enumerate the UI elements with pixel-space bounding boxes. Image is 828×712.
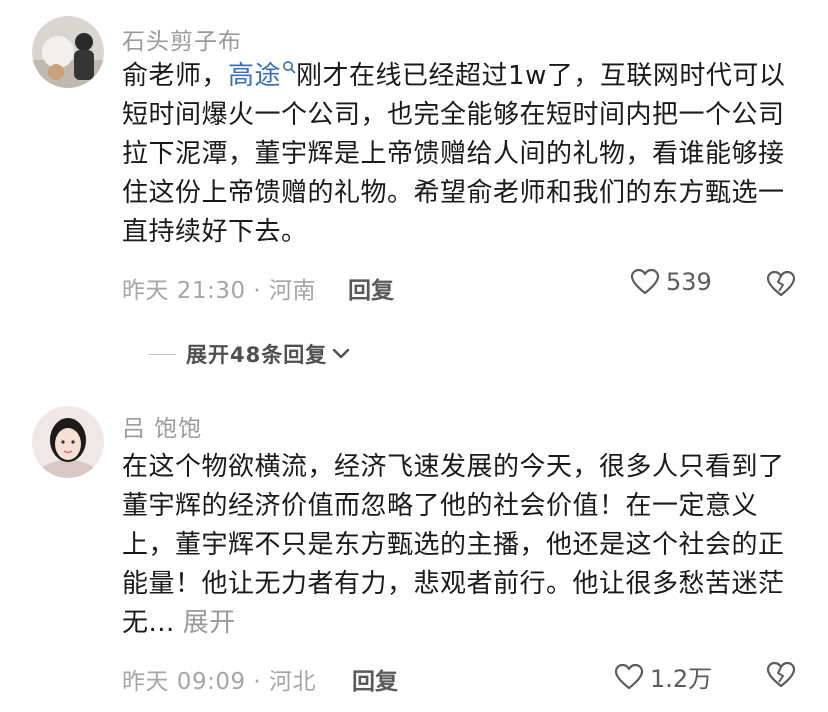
like-count: 539 <box>666 268 712 296</box>
dislike-button[interactable] <box>766 270 796 302</box>
comment-time-location: 昨天 21:30 · 河南 <box>122 278 317 304</box>
avatar[interactable] <box>32 406 104 478</box>
broken-heart-icon <box>766 270 796 297</box>
expand-replies-label: 展开48条回复 <box>186 343 328 367</box>
expand-replies-button[interactable]: 展开48条回复 <box>148 339 351 369</box>
divider <box>148 353 176 355</box>
broken-heart-icon <box>766 661 796 688</box>
like-button[interactable]: 539 <box>630 268 712 296</box>
comment-text: 在这个物欲横流，经济飞速发展的今天，很多人只看到了董宇辉的经济价值而忽略了他的社… <box>122 448 798 643</box>
comment-item: 吕 饱饱 在这个物欲横流，经济飞速发展的今天，很多人只看到了董宇辉的经济价值而忽… <box>0 390 828 712</box>
dislike-button[interactable] <box>766 661 796 693</box>
mention-text: 高途 <box>228 61 282 91</box>
search-icon <box>283 61 296 74</box>
comment-text: 俞老师，高途 刚才在线已经超过1w了，互联网时代可以短时间爆火一个公司，也完全能够… <box>122 57 798 252</box>
chevron-down-icon <box>333 348 350 359</box>
mention-link[interactable]: 高途 <box>228 61 296 91</box>
heart-outline-icon <box>630 268 660 295</box>
reply-button[interactable]: 回复 <box>352 662 398 696</box>
avatar[interactable] <box>32 16 104 88</box>
comment-username[interactable]: 石头剪子布 <box>122 22 242 56</box>
heart-outline-icon <box>614 663 644 689</box>
expand-text-button[interactable]: 展开 <box>183 608 236 638</box>
like-button[interactable]: 1.2万 <box>614 659 712 694</box>
like-count: 1.2万 <box>650 665 713 693</box>
comment-item: 石头剪子布 俞老师，高途 刚才在线已经超过1w了，互联网时代可以短时间爆火一个公司… <box>0 0 828 320</box>
reply-button[interactable]: 回复 <box>348 271 394 305</box>
comment-text-before: 俞老师， <box>122 61 229 91</box>
comment-username[interactable]: 吕 饱饱 <box>122 409 202 443</box>
comment-time-location: 昨天 09:09 · 河北 <box>122 669 317 695</box>
